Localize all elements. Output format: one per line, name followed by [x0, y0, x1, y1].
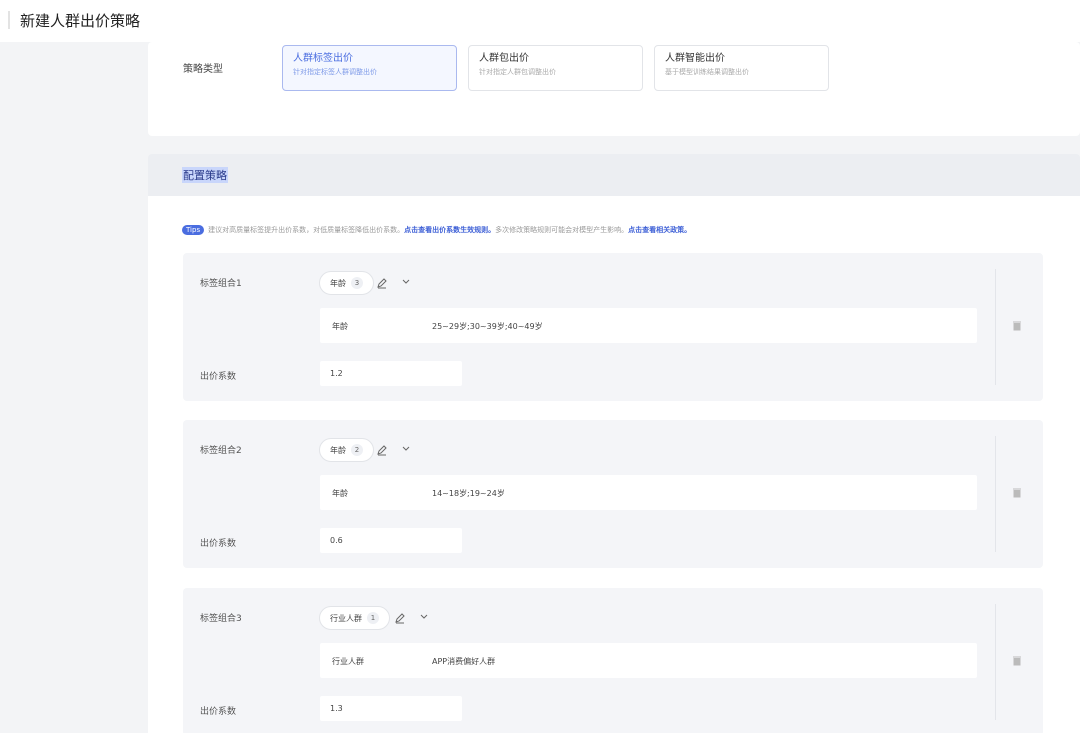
option-tag-bid[interactable]: 人群标签出价 针对指定标签人群调整出价 [282, 45, 457, 91]
top-bar: 新建人群出价策略 [0, 0, 1080, 42]
coef-input[interactable] [320, 696, 462, 721]
detail-key: 年龄 [332, 322, 348, 331]
edit-pencil-icon[interactable] [376, 277, 388, 289]
strategy-type-card: 策略类型 人群标签出价 针对指定标签人群调整出价 人群包出价 针对指定人群包调整… [148, 42, 1080, 136]
chevron-down-icon[interactable] [401, 444, 411, 454]
title-divider [8, 11, 10, 29]
tips-text-1: 建议对高质量标签提升出价系数，对低质量标签降低出价系数。 [208, 226, 405, 234]
coef-label: 出价系数 [200, 707, 237, 717]
group-divider [995, 604, 996, 720]
group-divider [995, 269, 996, 385]
tag-detail-row: 年龄 14~18岁;19~24岁 [320, 475, 977, 510]
tag-chip[interactable]: 行业人群 1 [319, 606, 390, 630]
trash-icon[interactable] [1013, 488, 1021, 498]
coef-label: 出价系数 [200, 539, 237, 549]
chip-label: 年龄 [330, 445, 346, 455]
detail-key: 年龄 [332, 489, 348, 498]
option-title: 人群标签出价 [293, 53, 353, 64]
coef-label: 出价系数 [200, 372, 237, 382]
tips-text-2: 多次修改策略规则可能会对模型产生影响。 [495, 226, 629, 234]
option-desc: 针对指定人群包调整出价 [479, 68, 556, 76]
trash-icon[interactable] [1013, 656, 1021, 666]
tag-group-2: 标签组合2 年龄 2 年龄 14~18岁;19~24岁 出价系数 [183, 420, 1043, 568]
trash-icon[interactable] [1013, 321, 1021, 331]
edit-pencil-icon[interactable] [376, 444, 388, 456]
tag-detail-row: 年龄 25~29岁;30~39岁;40~49岁 [320, 308, 977, 343]
coef-input[interactable] [320, 528, 462, 553]
tag-chip[interactable]: 年龄 2 [319, 438, 374, 462]
tag-chip[interactable]: 年龄 3 [319, 271, 374, 295]
tips-bar: Tips 建议对高质量标签提升出价系数，对低质量标签降低出价系数。 点击查看出价… [182, 225, 691, 235]
chip-count: 1 [367, 612, 379, 624]
section-title: 配置策略 [182, 167, 228, 183]
chevron-down-icon[interactable] [401, 277, 411, 287]
group-divider [995, 436, 996, 552]
option-package-bid[interactable]: 人群包出价 针对指定人群包调整出价 [468, 45, 643, 91]
strategy-type-label: 策略类型 [183, 64, 223, 75]
tag-group-3: 标签组合3 行业人群 1 行业人群 APP消费偏好人群 出价系数 [183, 588, 1043, 733]
option-desc: 基于模型训练结果调整出价 [665, 68, 749, 76]
option-smart-bid[interactable]: 人群智能出价 基于模型训练结果调整出价 [654, 45, 829, 91]
group-label: 标签组合3 [200, 614, 242, 624]
chip-label: 年龄 [330, 278, 346, 288]
tips-link-coef-rules[interactable]: 点击查看出价系数生效规则。 [404, 225, 495, 235]
group-label: 标签组合1 [200, 279, 242, 289]
coef-input[interactable] [320, 361, 462, 386]
option-title: 人群包出价 [479, 53, 529, 64]
chevron-down-icon[interactable] [419, 612, 429, 622]
detail-value: 25~29岁;30~39岁;40~49岁 [432, 322, 543, 331]
chip-label: 行业人群 [330, 613, 362, 623]
detail-value: APP消费偏好人群 [432, 657, 496, 666]
config-section-header: 配置策略 [148, 154, 1080, 196]
tips-link-policy[interactable]: 点击查看相关政策。 [628, 225, 691, 235]
config-section-body: Tips 建议对高质量标签提升出价系数，对低质量标签降低出价系数。 点击查看出价… [148, 196, 1080, 733]
page-title: 新建人群出价策略 [20, 12, 141, 30]
chip-count: 3 [351, 277, 363, 289]
chip-count: 2 [351, 444, 363, 456]
group-label: 标签组合2 [200, 446, 242, 456]
option-desc: 针对指定标签人群调整出价 [293, 68, 377, 76]
detail-key: 行业人群 [332, 657, 364, 666]
edit-pencil-icon[interactable] [394, 612, 406, 624]
option-title: 人群智能出价 [665, 53, 725, 64]
tips-badge: Tips [182, 225, 205, 235]
tag-detail-row: 行业人群 APP消费偏好人群 [320, 643, 977, 678]
detail-value: 14~18岁;19~24岁 [432, 489, 505, 498]
tag-group-1: 标签组合1 年龄 3 年龄 25~29岁;30~39岁;40~49岁 出价系数 [183, 253, 1043, 401]
